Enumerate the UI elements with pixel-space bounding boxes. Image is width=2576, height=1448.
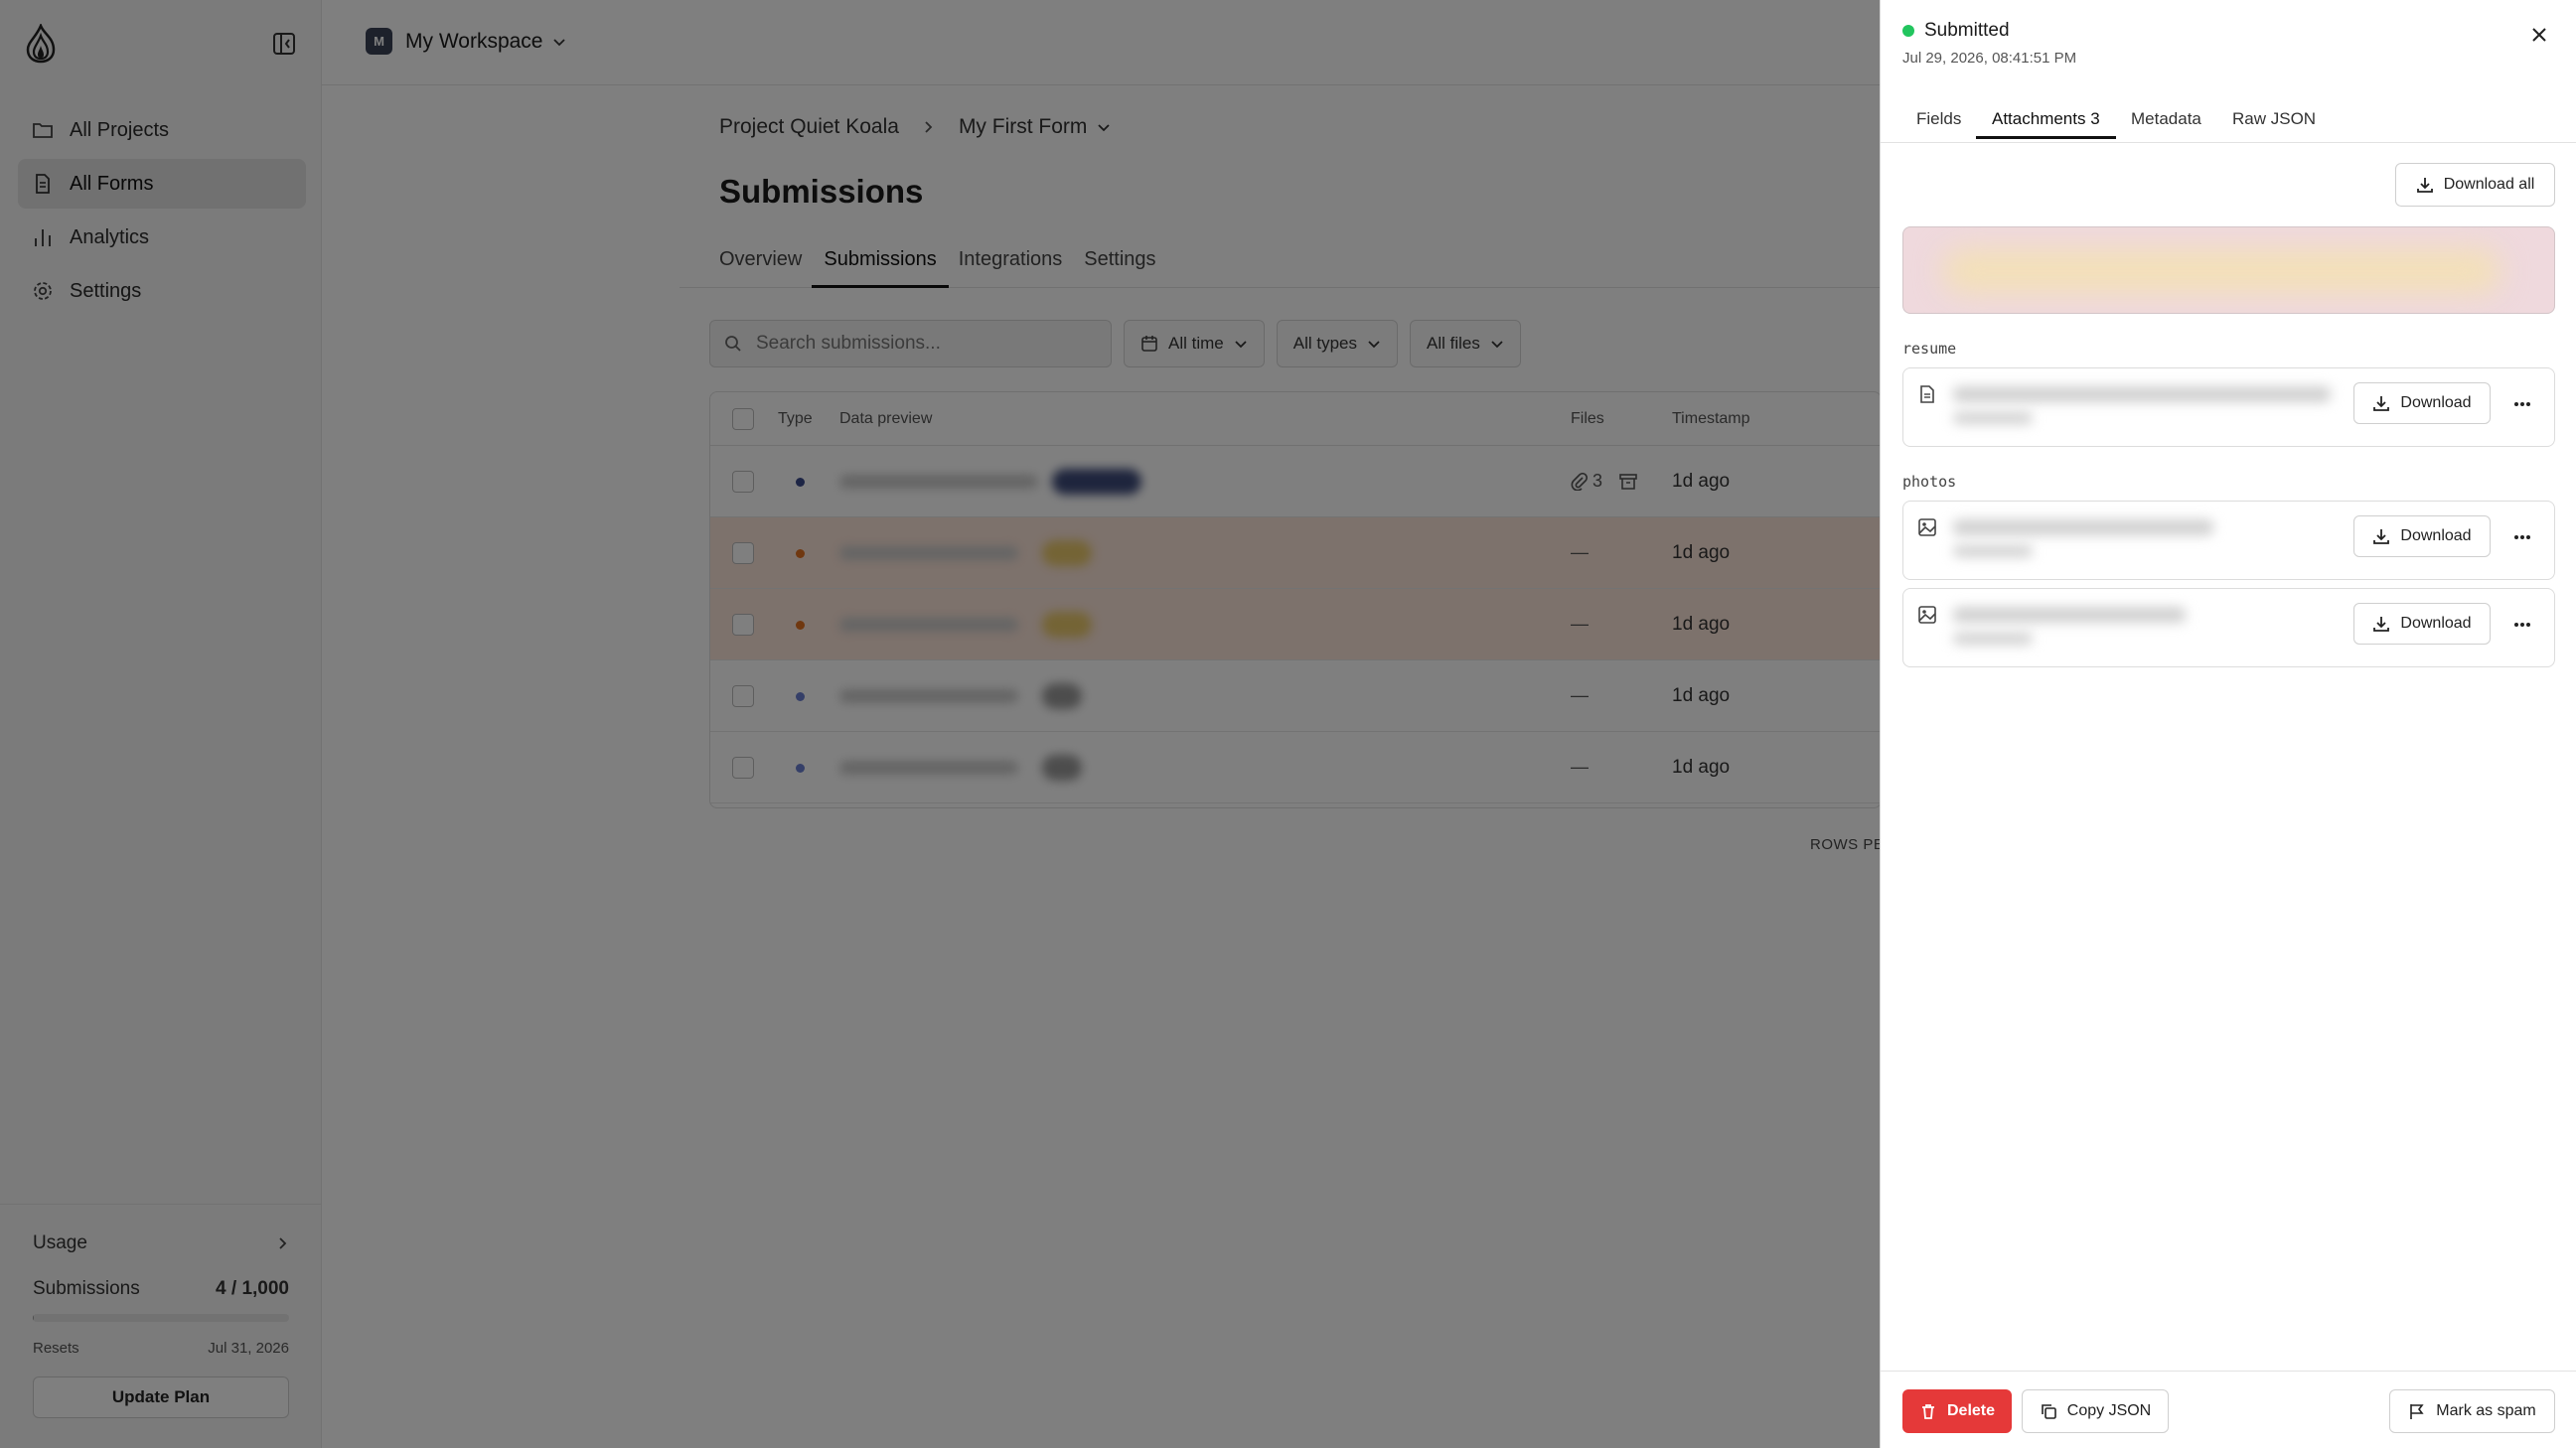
more-options-icon[interactable] xyxy=(2512,527,2532,547)
submission-detail-drawer: Submitted Jul 29, 2026, 08:41:51 PM Fiel… xyxy=(1880,0,2576,1448)
section-label-resume: resume xyxy=(1902,340,1957,358)
download-button[interactable]: Download xyxy=(2353,603,2491,645)
image-icon xyxy=(1918,518,1936,536)
trash-icon xyxy=(1921,1404,1934,1419)
copy-json-button[interactable]: Copy JSON xyxy=(2022,1389,2169,1433)
download-all-label: Download all xyxy=(2443,176,2535,193)
attachment-preview-image[interactable] xyxy=(1902,226,2555,314)
attachment-item: Download xyxy=(1902,367,2555,447)
attachment-size xyxy=(1953,633,2033,645)
attachment-item: Download xyxy=(1902,588,2555,667)
download-all-button[interactable]: Download all xyxy=(2395,163,2555,207)
section-label-photos: photos xyxy=(1902,473,1957,491)
submission-date: Jul 29, 2026, 08:41:51 PM xyxy=(1902,50,2077,67)
flag-icon xyxy=(2410,1404,2424,1419)
drawer-footer: Delete Copy JSON Mark as spam xyxy=(1881,1371,2576,1448)
drawer-tab-raw-json[interactable]: Raw JSON xyxy=(2232,109,2316,129)
delete-label: Delete xyxy=(1946,1402,1996,1419)
submission-status: Submitted xyxy=(1902,20,2010,42)
attachment-filename xyxy=(1953,386,2331,402)
download-label: Download xyxy=(2400,394,2472,411)
mark-spam-button[interactable]: Mark as spam xyxy=(2389,1389,2555,1433)
more-options-icon[interactable] xyxy=(2512,615,2532,635)
status-dot-icon xyxy=(1902,25,1914,37)
more-options-icon[interactable] xyxy=(2512,394,2532,414)
drawer-tab-fields[interactable]: Fields xyxy=(1916,109,1961,129)
download-icon xyxy=(2373,396,2390,411)
attachment-filename xyxy=(1953,607,2186,623)
delete-button[interactable]: Delete xyxy=(1902,1389,2012,1433)
drawer-tabs: Fields Attachments 3 Metadata Raw JSON xyxy=(1881,103,2576,143)
copy-icon xyxy=(2041,1404,2056,1419)
status-text: Submitted xyxy=(1924,20,2010,41)
download-label: Download xyxy=(2400,527,2472,544)
download-button[interactable]: Download xyxy=(2353,382,2491,424)
modal-overlay[interactable] xyxy=(0,0,1880,1448)
mark-spam-label: Mark as spam xyxy=(2436,1402,2536,1419)
download-icon xyxy=(2373,617,2390,632)
download-icon xyxy=(2416,178,2433,193)
attachment-size xyxy=(1953,545,2033,557)
attachment-size xyxy=(1953,412,2033,424)
download-button[interactable]: Download xyxy=(2353,515,2491,557)
image-icon xyxy=(1918,606,1936,624)
file-icon xyxy=(1920,385,1934,403)
copy-json-label: Copy JSON xyxy=(2066,1402,2152,1419)
close-icon[interactable] xyxy=(2526,22,2552,48)
download-icon xyxy=(2373,529,2390,544)
drawer-tab-metadata[interactable]: Metadata xyxy=(2131,109,2201,129)
attachment-filename xyxy=(1953,519,2213,535)
attachment-item: Download xyxy=(1902,501,2555,580)
download-label: Download xyxy=(2400,615,2472,632)
drawer-tab-attachments[interactable]: Attachments 3 xyxy=(1976,109,2116,139)
